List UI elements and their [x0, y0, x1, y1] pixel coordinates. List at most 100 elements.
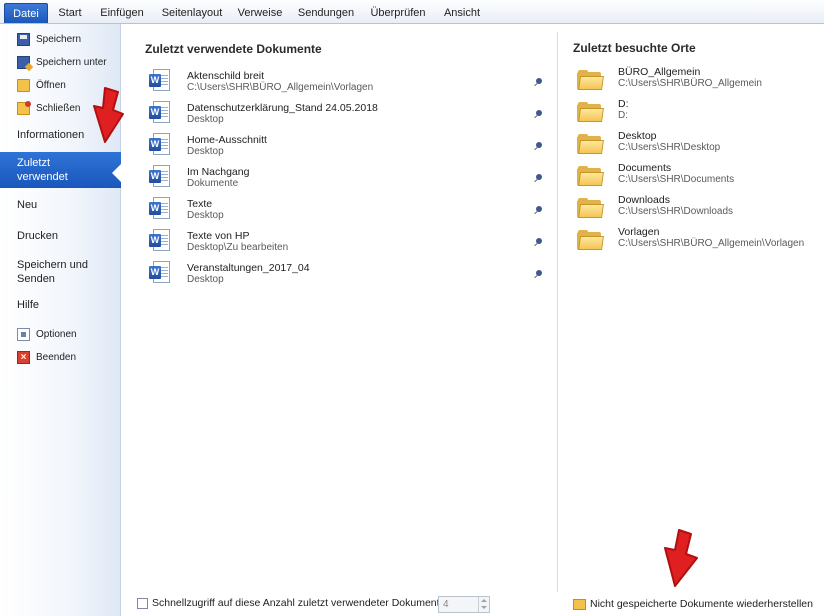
recent-place-item[interactable]: Documents C:\Users\SHR\Documents	[577, 162, 817, 192]
recent-place-item[interactable]: D: D:	[577, 98, 817, 128]
document-path: Desktop	[187, 114, 224, 125]
restore-unsaved-label: Nicht gespeicherte Dokumente wiederherst…	[590, 598, 813, 610]
folder-open-icon	[573, 598, 586, 610]
document-name: Home-Ausschnitt	[187, 134, 267, 146]
nav-tab-speichern-und-senden[interactable]: Speichern und Senden	[0, 258, 121, 286]
close-folder-icon	[17, 100, 31, 115]
place-name: Vorlagen	[618, 226, 660, 238]
recent-document-item[interactable]: W Veranstaltungen_2017_04 Desktop	[147, 258, 547, 288]
pin-icon[interactable]	[533, 238, 542, 247]
pin-icon[interactable]	[533, 78, 542, 87]
save-as-button[interactable]: Speichern unter	[0, 51, 121, 73]
word-document-icon: W	[149, 261, 171, 285]
quick-access-checkbox[interactable]	[137, 598, 148, 609]
document-name: Datenschutzerklärung_Stand 24.05.2018	[187, 102, 378, 114]
tab-verweise[interactable]: Verweise	[234, 3, 286, 23]
nav-tab-label-line1: Zuletzt	[17, 157, 51, 169]
pin-icon[interactable]	[533, 206, 542, 215]
restore-unsaved-documents-button[interactable]: Nicht gespeicherte Dokumente wiederherst…	[573, 598, 813, 610]
recent-place-item[interactable]: Desktop C:\Users\SHR\Desktop	[577, 130, 817, 160]
open-folder-icon	[17, 78, 30, 92]
recent-places-title: Zuletzt besuchte Orte	[573, 41, 696, 55]
document-path: Desktop	[187, 210, 224, 221]
save-as-label: Speichern unter	[36, 56, 107, 68]
backstage-content: Zuletzt verwendete Dokumente Zuletzt bes…	[121, 24, 824, 616]
tab-einfuegen[interactable]: Einfügen	[94, 3, 150, 23]
word-document-icon: W	[149, 101, 171, 125]
document-path: Desktop\Zu bearbeiten	[187, 242, 289, 253]
save-icon	[17, 32, 30, 46]
recent-place-item[interactable]: Vorlagen C:\Users\SHR\BÜRO_Allgemein\Vorl…	[577, 226, 817, 256]
place-path: C:\Users\SHR\BÜRO_Allgemein	[618, 78, 762, 89]
place-path: C:\Users\SHR\Downloads	[618, 206, 734, 217]
recent-document-item[interactable]: W Datenschutzerklärung_Stand 24.05.2018 De…	[147, 98, 547, 128]
folder-icon	[577, 230, 604, 250]
place-name: Desktop	[618, 130, 657, 142]
nav-tab-label-line2: Senden	[17, 273, 55, 285]
options-icon	[17, 327, 30, 341]
options-button[interactable]: Optionen	[0, 323, 121, 345]
place-path: D:	[618, 110, 628, 121]
column-divider	[557, 32, 558, 592]
place-path: C:\Users\SHR\Documents	[618, 174, 735, 185]
tab-ueberpruefen[interactable]: Überprüfen	[366, 3, 430, 23]
tab-ansicht[interactable]: Ansicht	[438, 3, 486, 23]
recent-document-item[interactable]: W Texte Desktop	[147, 194, 547, 224]
pin-icon[interactable]	[533, 110, 542, 119]
document-path: Desktop	[187, 146, 224, 157]
document-name: Aktenschild breit	[187, 70, 265, 82]
nav-tab-label-line1: Speichern und	[17, 259, 88, 271]
place-path: C:\Users\SHR\Desktop	[618, 142, 721, 153]
folder-icon	[577, 134, 604, 154]
nav-tab-neu[interactable]: Neu	[0, 199, 121, 211]
word-document-icon: W	[149, 165, 171, 189]
tab-seitenlayout[interactable]: Seitenlayout	[158, 3, 226, 23]
nav-tab-label-line2: verwendet	[17, 171, 68, 183]
exit-label: Beenden	[36, 351, 77, 363]
recent-documents-title: Zuletzt verwendete Dokumente	[145, 42, 322, 56]
save-as-icon	[17, 55, 30, 69]
stepper-down-icon[interactable]	[481, 606, 487, 609]
place-name: BÜRO_Allgemein	[618, 66, 701, 78]
pin-icon[interactable]	[533, 270, 542, 279]
document-name: Texte	[187, 198, 213, 210]
open-label: Öffnen	[36, 79, 66, 91]
folder-icon	[577, 70, 604, 90]
tab-sendungen[interactable]: Sendungen	[294, 3, 358, 23]
pin-icon[interactable]	[533, 174, 542, 183]
recent-place-item[interactable]: Downloads C:\Users\SHR\Downloads	[577, 194, 817, 224]
stepper-buttons[interactable]	[478, 597, 489, 612]
word-document-icon: W	[149, 229, 171, 253]
quick-access-label: Schnellzugriff auf diese Anzahl zuletzt …	[152, 597, 449, 609]
document-name: Im Nachgang	[187, 166, 250, 178]
word-document-icon: W	[149, 133, 171, 157]
recent-document-item[interactable]: W Im Nachgang Dokumente	[147, 162, 547, 192]
exit-icon: ×	[17, 350, 30, 364]
annotation-arrow-icon	[93, 87, 124, 143]
folder-icon	[577, 102, 604, 122]
place-name: Downloads	[618, 194, 670, 206]
document-path: Dokumente	[187, 178, 239, 189]
nav-tab-hilfe[interactable]: Hilfe	[0, 299, 121, 311]
tab-start[interactable]: Start	[52, 3, 88, 23]
nav-tab-drucken[interactable]: Drucken	[0, 230, 121, 242]
ribbon-tab-bar: Datei Start Einfügen Seitenlayout Verwei…	[0, 0, 824, 24]
document-name: Veranstaltungen_2017_04	[187, 262, 310, 274]
recent-document-item[interactable]: W Texte von HP Desktop\Zu bearbeiten	[147, 226, 547, 256]
tab-datei[interactable]: Datei	[4, 3, 48, 23]
save-button[interactable]: Speichern	[0, 28, 121, 50]
annotation-arrow-icon	[664, 529, 698, 587]
exit-button[interactable]: × Beenden	[0, 346, 121, 368]
folder-icon	[577, 198, 604, 218]
stepper-up-icon[interactable]	[481, 599, 487, 602]
document-path: C:\Users\SHR\BÜRO_Allgemein\Vorlagen	[187, 82, 374, 93]
recent-place-item[interactable]: BÜRO_Allgemein C:\Users\SHR\BÜRO_Allgemei…	[577, 66, 817, 96]
word-document-icon: W	[149, 197, 171, 221]
recent-document-item[interactable]: W Home-Ausschnitt Desktop	[147, 130, 547, 160]
options-label: Optionen	[36, 328, 77, 340]
quick-access-count-stepper[interactable]: 4	[438, 596, 490, 613]
place-name: D:	[618, 98, 629, 110]
pin-icon[interactable]	[533, 142, 542, 151]
recent-document-item[interactable]: W Aktenschild breit C:\Users\SHR\BÜRO_Allg…	[147, 66, 547, 96]
nav-tab-zuletzt-verwendet[interactable]: Zuletzt verwendet	[0, 152, 121, 188]
